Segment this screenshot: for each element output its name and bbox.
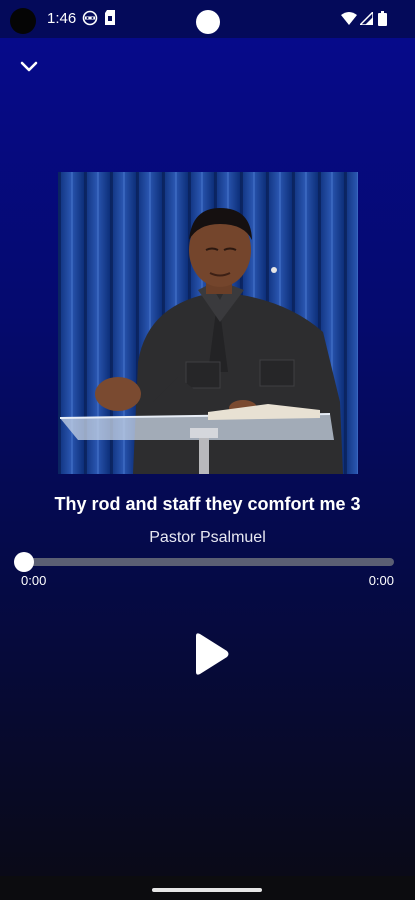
play-button[interactable] [184, 630, 236, 682]
play-icon [190, 632, 230, 681]
album-artwork [58, 172, 358, 474]
wifi-icon [341, 12, 357, 30]
collapse-button[interactable] [14, 56, 44, 82]
status-time: 1:46 [47, 10, 77, 27]
camera-cutout [10, 8, 36, 34]
total-duration: 0:00 [368, 573, 394, 588]
battery-icon [378, 11, 387, 31]
signal-icon [358, 10, 374, 30]
elapsed-time: 0:00 [21, 573, 47, 588]
sim-card-icon [104, 10, 116, 30]
track-artist: Pastor Psalmuel [149, 529, 266, 546]
seek-bar[interactable] [14, 552, 394, 572]
chevron-down-icon [19, 60, 39, 79]
seek-bar-thumb[interactable] [14, 552, 34, 572]
home-indicator[interactable] [152, 888, 262, 892]
front-camera [196, 10, 220, 34]
track-title: Thy rod and staff they comfort me 3 [54, 494, 361, 514]
vpn-icon [82, 10, 98, 31]
navigation-bar [0, 876, 415, 900]
player-screen: 1:46 Thy rod and staff they comfort me 3… [0, 0, 415, 900]
status-bar: 1:46 [0, 0, 415, 38]
